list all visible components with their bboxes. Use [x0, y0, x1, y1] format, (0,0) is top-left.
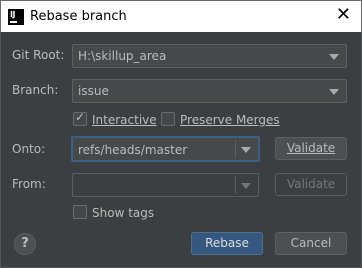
cancel-button[interactable]: Cancel: [275, 232, 347, 255]
onto-combo-separator: [235, 140, 236, 158]
from-label: From:: [12, 177, 46, 191]
onto-label: Onto:: [12, 142, 46, 156]
onto-validate-button[interactable]: Validate: [275, 137, 347, 160]
rebase-button[interactable]: Rebase: [191, 232, 263, 255]
interactive-label[interactable]: Interactive: [92, 113, 157, 127]
preserve-merges-checkbox[interactable]: [161, 112, 175, 126]
help-icon[interactable]: ?: [14, 233, 36, 255]
show-tags-label[interactable]: Show tags: [92, 206, 154, 220]
intellij-icon: IJ: [8, 9, 24, 25]
onto-value[interactable]: refs/heads/master: [78, 143, 187, 157]
checkmark-icon: ✓: [75, 110, 86, 124]
git-root-value: H:\skillup_area: [78, 49, 167, 63]
dialog-content: Git Root: H:\skillup_area Branch: issue …: [0, 32, 362, 268]
from-combo-separator: [235, 176, 236, 194]
chevron-down-icon: [241, 183, 251, 189]
git-root-label: Git Root:: [12, 48, 65, 62]
preserve-merges-label[interactable]: Preserve Merges: [180, 113, 280, 127]
show-tags-checkbox[interactable]: [73, 205, 87, 219]
git-root-combo[interactable]: H:\skillup_area: [72, 44, 347, 68]
branch-label: Branch:: [12, 83, 59, 97]
close-icon[interactable]: ✕: [336, 4, 351, 25]
chevron-down-icon: [329, 54, 339, 60]
onto-combo[interactable]: refs/heads/master: [71, 136, 260, 162]
interactive-checkbox[interactable]: ✓: [73, 110, 87, 126]
chevron-down-icon: [329, 89, 339, 95]
title-bar: IJ Rebase branch ✕: [0, 0, 362, 32]
branch-value: issue: [78, 84, 109, 98]
from-combo[interactable]: [72, 173, 259, 197]
branch-combo[interactable]: issue: [72, 79, 347, 103]
chevron-down-icon[interactable]: [241, 147, 251, 153]
from-validate-button[interactable]: Validate: [275, 173, 347, 196]
window-title: Rebase branch: [30, 9, 127, 24]
